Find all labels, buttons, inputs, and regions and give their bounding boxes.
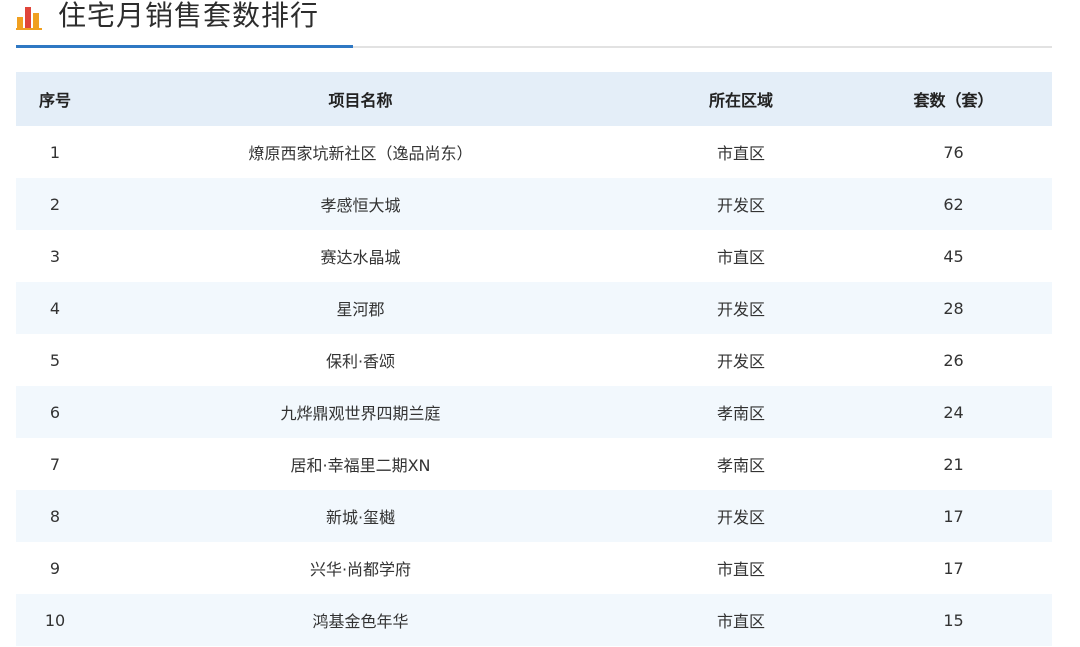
cell-units: 76 [855, 126, 1052, 178]
cell-area: 孝南区 [627, 386, 855, 438]
cell-area: 市直区 [627, 542, 855, 594]
cell-project-name: 新城·玺樾 [94, 490, 627, 542]
cell-project-name: 保利·香颂 [94, 334, 627, 386]
cell-project-name: 九烨鼎观世界四期兰庭 [94, 386, 627, 438]
cell-rank: 1 [16, 126, 94, 178]
cell-project-name: 赛达水晶城 [94, 230, 627, 282]
cell-area: 开发区 [627, 178, 855, 230]
cell-area: 市直区 [627, 230, 855, 282]
table-header: 序号 项目名称 所在区域 套数（套） [16, 72, 1052, 126]
table-row: 1 燎原西家坑新社区（逸品尚东） 市直区 76 [16, 126, 1052, 178]
cell-project-name: 孝感恒大城 [94, 178, 627, 230]
cell-units: 24 [855, 386, 1052, 438]
cell-rank: 6 [16, 386, 94, 438]
column-header-units: 套数（套） [855, 72, 1052, 126]
column-header-project-name: 项目名称 [94, 72, 627, 126]
table-row: 7 居和·幸福里二期XN 孝南区 21 [16, 438, 1052, 490]
table-row: 5 保利·香颂 开发区 26 [16, 334, 1052, 386]
table-row: 8 新城·玺樾 开发区 17 [16, 490, 1052, 542]
cell-rank: 5 [16, 334, 94, 386]
page-title: 住宅月销售套数排行 [58, 0, 320, 32]
cell-rank: 8 [16, 490, 94, 542]
table-row: 4 星河郡 开发区 28 [16, 282, 1052, 334]
table-row: 6 九烨鼎观世界四期兰庭 孝南区 24 [16, 386, 1052, 438]
table-header-row: 序号 项目名称 所在区域 套数（套） [16, 72, 1052, 126]
bar-chart-icon [16, 7, 42, 30]
column-header-rank: 序号 [16, 72, 94, 126]
cell-area: 市直区 [627, 126, 855, 178]
cell-rank: 4 [16, 282, 94, 334]
cell-area: 开发区 [627, 490, 855, 542]
cell-units: 15 [855, 594, 1052, 646]
cell-project-name: 鸿基金色年华 [94, 594, 627, 646]
column-header-area: 所在区域 [627, 72, 855, 126]
table-row: 2 孝感恒大城 开发区 62 [16, 178, 1052, 230]
cell-area: 孝南区 [627, 438, 855, 490]
sales-ranking-table: 序号 项目名称 所在区域 套数（套） 1 燎原西家坑新社区（逸品尚东） 市直区 … [16, 72, 1052, 646]
table-row: 3 赛达水晶城 市直区 45 [16, 230, 1052, 282]
table-row: 10 鸿基金色年华 市直区 15 [16, 594, 1052, 646]
cell-units: 17 [855, 490, 1052, 542]
cell-rank: 7 [16, 438, 94, 490]
cell-rank: 2 [16, 178, 94, 230]
cell-units: 62 [855, 178, 1052, 230]
cell-rank: 3 [16, 230, 94, 282]
cell-units: 17 [855, 542, 1052, 594]
section-header: 住宅月销售套数排行 [16, 0, 1052, 48]
cell-units: 28 [855, 282, 1052, 334]
cell-project-name: 燎原西家坑新社区（逸品尚东） [94, 126, 627, 178]
table-body: 1 燎原西家坑新社区（逸品尚东） 市直区 76 2 孝感恒大城 开发区 62 3… [16, 126, 1052, 646]
title-underline-accent [16, 45, 353, 48]
cell-units: 45 [855, 230, 1052, 282]
cell-area: 开发区 [627, 282, 855, 334]
cell-area: 开发区 [627, 334, 855, 386]
cell-project-name: 居和·幸福里二期XN [94, 438, 627, 490]
cell-rank: 10 [16, 594, 94, 646]
cell-units: 26 [855, 334, 1052, 386]
cell-units: 21 [855, 438, 1052, 490]
cell-rank: 9 [16, 542, 94, 594]
cell-project-name: 星河郡 [94, 282, 627, 334]
table-row: 9 兴华·尚都学府 市直区 17 [16, 542, 1052, 594]
cell-project-name: 兴华·尚都学府 [94, 542, 627, 594]
cell-area: 市直区 [627, 594, 855, 646]
